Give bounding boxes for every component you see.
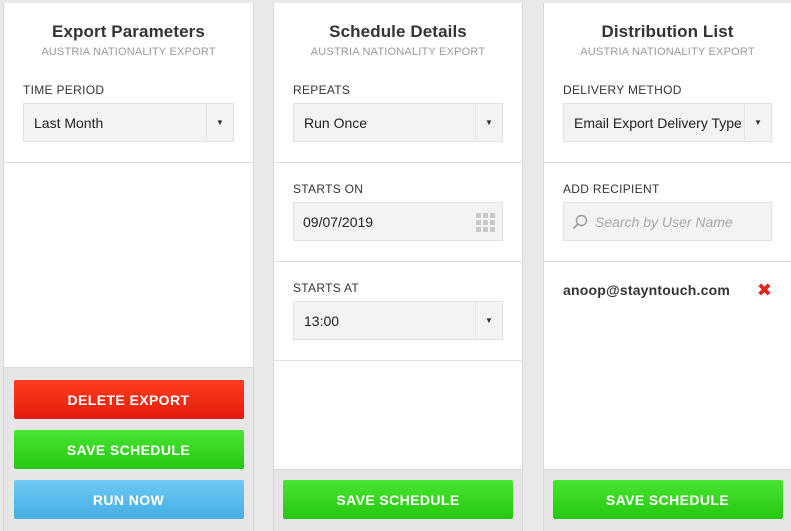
repeats-field: REPEATS Run Once ▼	[274, 73, 522, 142]
distribution-list-panel: Distribution List AUSTRIA NATIONALITY EX…	[543, 3, 791, 531]
save-schedule-button[interactable]: SAVE SCHEDULE	[283, 480, 513, 519]
repeats-value: Run Once	[304, 114, 368, 131]
recipient-row: anoop@stayntouch.com ✖	[544, 262, 791, 318]
panel-footer: SAVE SCHEDULE	[274, 469, 522, 531]
calendar-icon[interactable]	[476, 213, 495, 232]
panel-footer: DELETE EXPORT SAVE SCHEDULE RUN NOW	[4, 367, 253, 531]
add-recipient-field: ADD RECIPIENT	[544, 163, 791, 241]
delete-export-button[interactable]: DELETE EXPORT	[13, 380, 244, 419]
remove-recipient-icon[interactable]: ✖	[757, 281, 772, 299]
dropdown-arrow-icon: ▼	[475, 104, 502, 141]
repeats-select[interactable]: Run Once ▼	[293, 103, 503, 142]
divider	[274, 360, 522, 361]
recipient-email: anoop@stayntouch.com	[563, 282, 730, 298]
starts-at-select[interactable]: 13:00 ▼	[293, 301, 503, 340]
starts-on-label: STARTS ON	[293, 182, 364, 196]
starts-at-field: STARTS AT 13:00 ▼	[274, 262, 522, 340]
dropdown-arrow-icon: ▼	[206, 104, 233, 141]
delivery-method-select[interactable]: Email Export Delivery Type ▼	[563, 103, 772, 142]
panel-subtitle: AUSTRIA NATIONALITY EXPORT	[580, 46, 755, 58]
starts-on-field: STARTS ON 09/07/2019	[274, 163, 522, 241]
divider	[4, 162, 253, 163]
dropdown-arrow-icon: ▼	[744, 104, 771, 141]
recipient-search-box[interactable]	[563, 202, 772, 241]
panel-header: Export Parameters AUSTRIA NATIONALITY EX…	[4, 3, 253, 73]
panel-footer: SAVE SCHEDULE	[544, 469, 791, 531]
panel-subtitle: AUSTRIA NATIONALITY EXPORT	[41, 46, 216, 58]
time-period-value: Last Month	[34, 114, 104, 131]
export-parameters-panel: Export Parameters AUSTRIA NATIONALITY EX…	[3, 3, 254, 531]
time-period-select[interactable]: Last Month ▼	[23, 103, 234, 142]
panel-header: Distribution List AUSTRIA NATIONALITY EX…	[544, 3, 791, 73]
save-schedule-button[interactable]: SAVE SCHEDULE	[13, 430, 244, 469]
panel-subtitle: AUSTRIA NATIONALITY EXPORT	[310, 46, 486, 58]
repeats-label: REPEATS	[293, 83, 351, 97]
starts-on-datepicker[interactable]: 09/07/2019	[293, 202, 503, 241]
panel-title: Export Parameters	[52, 22, 205, 41]
add-recipient-label: ADD RECIPIENT	[563, 182, 660, 196]
save-schedule-button[interactable]: SAVE SCHEDULE	[552, 480, 783, 519]
starts-at-value: 13:00	[304, 312, 340, 329]
time-period-field: TIME PERIOD Last Month ▼	[4, 73, 253, 142]
starts-on-value: 09/07/2019	[303, 213, 374, 230]
search-icon	[572, 214, 588, 229]
starts-at-label: STARTS AT	[293, 281, 360, 295]
time-period-label: TIME PERIOD	[23, 83, 105, 97]
delivery-method-field: DELIVERY METHOD Email Export Delivery Ty…	[544, 73, 791, 142]
delivery-method-label: DELIVERY METHOD	[563, 83, 682, 97]
dropdown-arrow-icon: ▼	[475, 302, 502, 339]
schedule-details-panel: Schedule Details AUSTRIA NATIONALITY EXP…	[273, 3, 523, 531]
panel-title: Schedule Details	[329, 22, 467, 41]
run-now-button[interactable]: RUN NOW	[13, 480, 244, 519]
delivery-method-value: Email Export Delivery Type	[574, 114, 742, 131]
panel-title: Distribution List	[601, 22, 734, 41]
panel-header: Schedule Details AUSTRIA NATIONALITY EXP…	[274, 3, 522, 73]
recipient-search-input[interactable]	[595, 213, 755, 230]
